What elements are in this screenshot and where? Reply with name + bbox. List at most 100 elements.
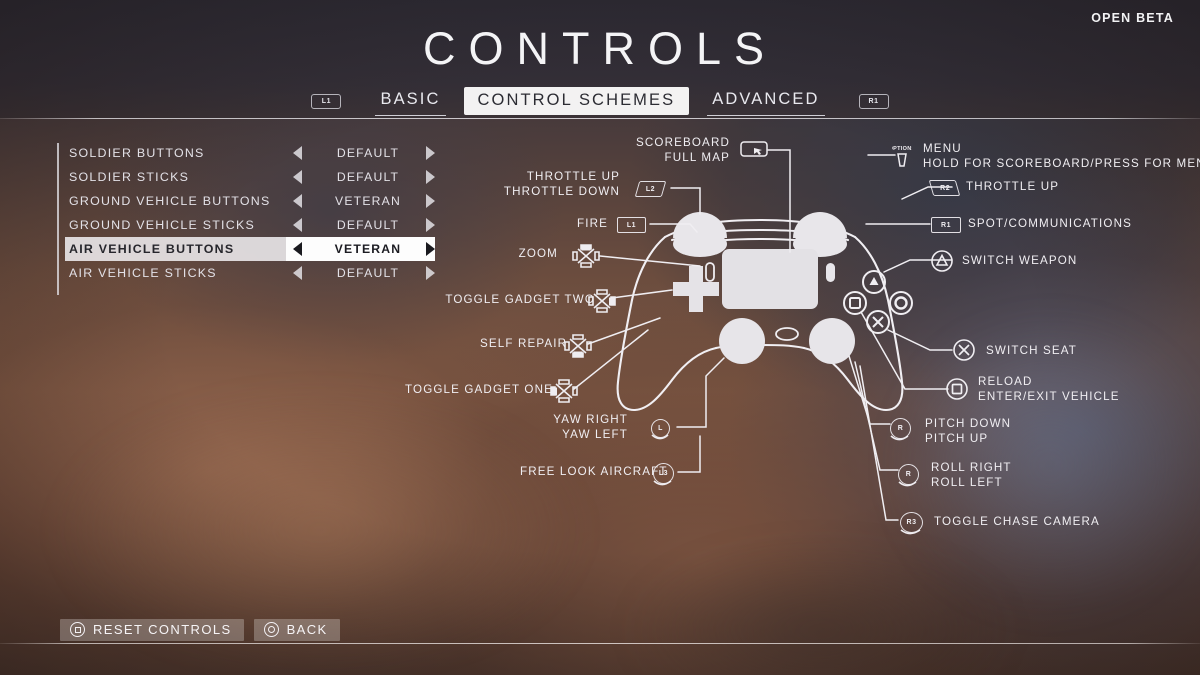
reset-controls-label: RESET CONTROLS <box>93 622 232 637</box>
face-buttons <box>843 270 913 334</box>
callout-switch-weapon-line1: SWITCH WEAPON <box>962 254 1078 267</box>
touchpad-shape <box>722 249 818 309</box>
screen-root: OPEN BETA CONTROLS L1 BASIC CONTROL SCHE… <box>0 0 1200 675</box>
callout-roll-line2: ROLL LEFT <box>931 475 1003 489</box>
dpad-up-highlight <box>581 244 591 251</box>
square-button-icon <box>849 297 861 309</box>
dpad-right-highlight <box>609 297 615 306</box>
square-button-icon <box>70 622 85 637</box>
callout-reload: RELOAD ENTER/EXIT VEHICLE <box>978 375 1120 404</box>
right-stick-roll-badge-label: R <box>905 471 912 478</box>
callout-scoreboard: SCOREBOARD FULL MAP <box>620 136 730 165</box>
callout-reload-line1: RELOAD <box>978 375 1033 388</box>
circle-button-icon <box>894 296 908 310</box>
options-button-shape <box>826 263 835 282</box>
callout-toggle-gadget-one: TOGGLE GADGET ONE <box>405 383 552 398</box>
callout-roll: ROLL RIGHT ROLL LEFT <box>931 461 1012 490</box>
light-bar-shape <box>775 327 799 341</box>
circle-button-icon <box>263 622 279 637</box>
callout-fire: FIRE <box>540 217 608 232</box>
callout-throttle-up-line1: THROTTLE UP <box>966 180 1060 193</box>
footer-actions: RESET CONTROLS BACK <box>60 619 340 641</box>
r1-badge-label: R1 <box>941 221 951 229</box>
dpad-right-icon <box>588 289 616 313</box>
left-stick-shape <box>719 318 765 364</box>
dpad-down-highlight <box>573 351 583 358</box>
callout-zoom: ZOOM <box>490 247 558 262</box>
footer-divider <box>0 643 1200 645</box>
callout-menu-line2: HOLD FOR SCOREBOARD/PRESS FOR MENU <box>923 156 1200 170</box>
r3-badge-label: R3 <box>906 519 917 526</box>
callout-scoreboard-line2: FULL MAP <box>664 150 730 164</box>
callout-fire-line1: FIRE <box>576 217 608 230</box>
callout-self-repair-line1: SELF REPAIR <box>480 337 568 350</box>
callout-zoom-line1: ZOOM <box>518 247 558 260</box>
dpad-left-highlight <box>551 387 557 396</box>
callout-spot-communications: SPOT/COMMUNICATIONS <box>968 217 1132 232</box>
options-icon: OPTIONS <box>892 146 912 167</box>
callout-spot-communications-line1: SPOT/COMMUNICATIONS <box>968 217 1132 230</box>
callout-pitch: PITCH DOWN PITCH UP <box>925 417 1011 446</box>
dpad-shape <box>673 266 719 312</box>
callout-toggle-chase-camera-line1: TOGGLE CHASE CAMERA <box>934 515 1100 528</box>
callout-roll-line1: ROLL RIGHT <box>931 461 1012 474</box>
callout-yaw-line2: YAW LEFT <box>562 427 628 441</box>
scheme-row-label: AIR VEHICLE BUTTONS <box>69 242 235 256</box>
callout-switch-seat: SWITCH SEAT <box>986 344 1077 359</box>
callout-reload-line2: ENTER/EXIT VEHICLE <box>978 389 1120 403</box>
l3-badge-label: L3 <box>658 470 669 477</box>
callout-pitch-line2: PITCH UP <box>925 431 989 445</box>
prev-value-arrow-icon[interactable] <box>293 242 302 256</box>
share-button-shape <box>705 262 715 282</box>
callout-toggle-gadget-two-line1: TOGGLE GADGET TWO <box>445 293 595 306</box>
callout-throttle-line2: THROTTLE DOWN <box>503 184 620 198</box>
callout-toggle-gadget-two: TOGGLE GADGET TWO <box>440 293 595 308</box>
l1-badge-label: L1 <box>626 221 637 229</box>
callout-free-look-aircraft: FREE LOOK AIRCRAFT <box>520 465 666 480</box>
callout-switch-seat-line1: SWITCH SEAT <box>986 344 1078 357</box>
dpad-up-icon <box>572 244 600 268</box>
l1-badge: L1 <box>617 217 646 233</box>
triangle-button-icon <box>931 250 953 272</box>
back-label: BACK <box>286 622 328 637</box>
stick-base-icon <box>651 434 669 440</box>
reset-controls-button[interactable]: RESET CONTROLS <box>60 619 244 641</box>
callout-self-repair: SELF REPAIR <box>480 337 566 352</box>
l2-trigger-shape <box>673 231 727 257</box>
dpad-left-icon <box>550 379 578 403</box>
callout-menu-line1: MENU <box>923 142 962 155</box>
triangle-button-icon <box>869 277 879 285</box>
callout-pitch-line1: PITCH DOWN <box>925 417 1012 430</box>
analog-sticks <box>719 318 855 364</box>
callout-scoreboard-line1: SCOREBOARD <box>636 136 730 149</box>
callout-yaw-line1: YAW RIGHT <box>553 413 628 426</box>
square-button-icon <box>946 378 968 400</box>
right-stick-shape <box>809 318 855 364</box>
right-stick-pitch-badge-label: R <box>897 425 904 432</box>
stick-base-icon <box>653 480 672 486</box>
stick-base-icon <box>900 529 921 535</box>
r2-badge: R2 <box>928 180 961 196</box>
cursor-hand-glyph <box>754 148 762 155</box>
stick-base-icon <box>898 481 917 487</box>
l2-badge: L2 <box>634 181 667 197</box>
callout-toggle-gadget-one-line1: TOGGLE GADGET ONE <box>405 383 553 396</box>
stick-base-icon <box>890 435 909 441</box>
callout-yaw: YAW RIGHT YAW LEFT <box>510 413 628 442</box>
callout-toggle-chase-camera: TOGGLE CHASE CAMERA <box>934 515 1100 530</box>
svg-text:OPTIONS: OPTIONS <box>892 146 912 152</box>
cross-button-icon <box>872 316 884 328</box>
callout-switch-weapon: SWITCH WEAPON <box>962 254 1077 269</box>
touchpad-icon <box>740 141 768 157</box>
back-button[interactable]: BACK <box>253 619 340 641</box>
callout-menu: MENU HOLD FOR SCOREBOARD/PRESS FOR MENU <box>923 142 1200 171</box>
callout-throttle: THROTTLE UP THROTTLE DOWN <box>470 170 620 199</box>
callout-throttle-line1: THROTTLE UP <box>526 170 620 183</box>
left-stick-badge-label: L <box>658 425 663 432</box>
dpad-down-icon <box>564 334 592 358</box>
next-value-arrow-icon[interactable] <box>426 242 435 256</box>
r1-badge: R1 <box>931 217 961 233</box>
controller-diagram <box>573 149 953 521</box>
l2-badge-label: L2 <box>645 185 656 193</box>
r2-badge-label: R2 <box>939 184 950 192</box>
